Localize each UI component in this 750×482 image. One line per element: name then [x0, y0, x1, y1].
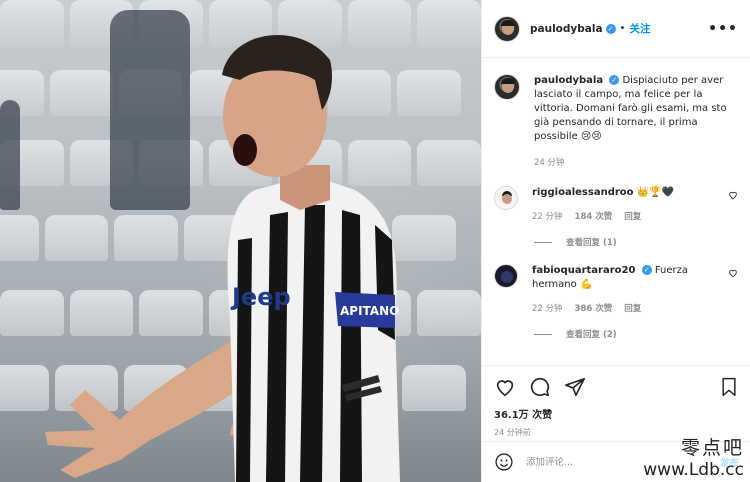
- verified-icon: ✓: [609, 75, 620, 85]
- comment-emoji: 💪: [579, 279, 593, 290]
- bookmark-icon[interactable]: [719, 376, 739, 398]
- likes-count[interactable]: 36.1万 次赞: [494, 406, 739, 421]
- view-replies-label: 查看回复 (2): [566, 330, 617, 340]
- emoji-icon[interactable]: [494, 452, 514, 472]
- caption: paulodybala ✓ Dispiaciuto per aver lasci…: [494, 74, 738, 168]
- armband-text: APITANO: [340, 304, 399, 318]
- avatar[interactable]: [494, 186, 518, 210]
- comment-username[interactable]: fabioquartararo20: [532, 265, 635, 276]
- reply-button[interactable]: 回复: [624, 210, 641, 222]
- verified-icon: ✓: [605, 23, 616, 34]
- heart-icon[interactable]: [494, 376, 516, 398]
- share-icon[interactable]: [564, 376, 586, 398]
- caption-time[interactable]: 24 分钟: [534, 156, 565, 168]
- like-comment-heart-icon[interactable]: [728, 190, 738, 200]
- comment-text: 👑🏆🖤: [636, 187, 675, 198]
- post-photo[interactable]: APITANO Jeep: [0, 0, 481, 482]
- comment-username[interactable]: riggioalessandroo: [532, 187, 634, 198]
- post-header: paulodybala ✓ • 关注 •••: [482, 0, 750, 58]
- post-actions: 36.1万 次赞 24 分钟前: [482, 365, 750, 438]
- view-replies-label: 查看回复 (1): [566, 238, 617, 248]
- more-options-icon[interactable]: •••: [708, 21, 738, 37]
- avatar[interactable]: [494, 74, 520, 100]
- avatar[interactable]: [494, 15, 520, 42]
- caption-emoji: 😢😢: [580, 131, 602, 142]
- view-replies-button[interactable]: 查看回复 (2): [534, 328, 738, 340]
- like-comment-heart-icon[interactable]: [728, 268, 738, 278]
- comments-list: paulodybala ✓ Dispiaciuto per aver lasci…: [482, 58, 750, 340]
- reply-button[interactable]: 回复: [624, 302, 641, 314]
- comment-item: riggioalessandroo 👑🏆🖤 22 分钟 184 次赞 回复: [494, 186, 738, 222]
- post-panel: paulodybala ✓ • 关注 ••• paulodybala ✓ Dis…: [481, 0, 750, 482]
- avatar[interactable]: [494, 264, 518, 288]
- verified-icon: ✓: [641, 265, 652, 275]
- comment-time[interactable]: 22 分钟: [532, 210, 563, 222]
- watermark-url: www.Ldb.cc: [643, 460, 744, 480]
- caption-username[interactable]: paulodybala: [534, 75, 603, 86]
- sponsor-text: Jeep: [230, 283, 291, 311]
- watermark: 零点吧 www.Ldb.cc: [643, 433, 744, 480]
- player-figure: APITANO Jeep: [45, 34, 400, 482]
- separator-dot: •: [619, 23, 626, 34]
- comment-item: fabioquartararo20 ✓ Fuerza hermano 💪 22 …: [494, 264, 738, 314]
- author-username[interactable]: paulodybala: [530, 23, 603, 35]
- view-replies-button[interactable]: 查看回复 (1): [534, 236, 738, 248]
- comment-likes[interactable]: 184 次赞: [575, 210, 613, 222]
- follow-button[interactable]: 关注: [629, 21, 650, 36]
- comment-time[interactable]: 22 分钟: [532, 302, 563, 314]
- comment-likes[interactable]: 386 次赞: [575, 302, 613, 314]
- comment-icon[interactable]: [529, 376, 551, 398]
- watermark-title: 零点吧: [680, 437, 744, 459]
